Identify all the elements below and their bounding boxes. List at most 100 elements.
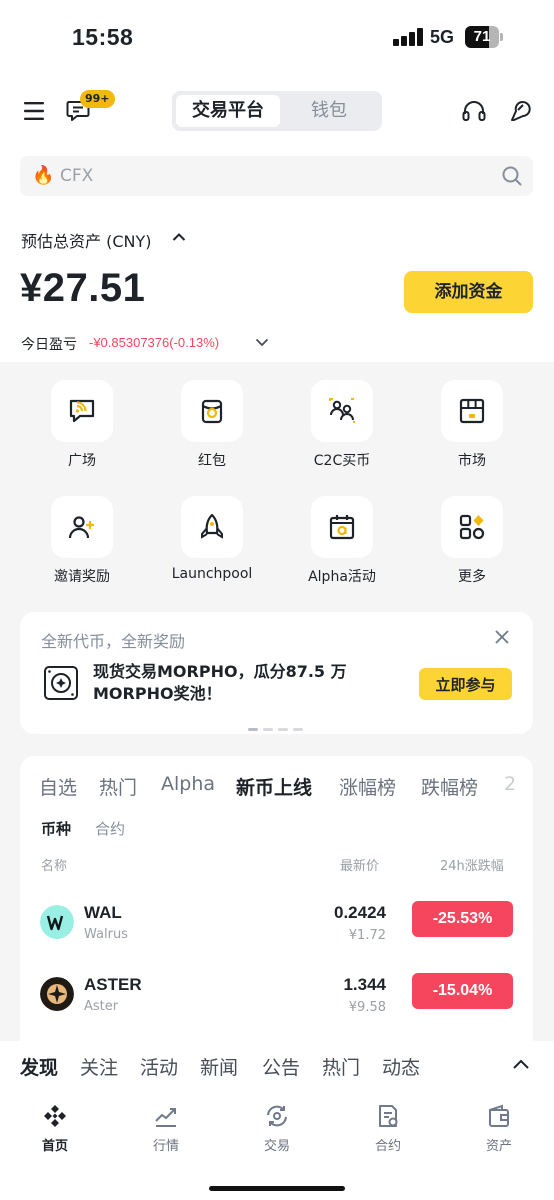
fire-icon: 🔥 (32, 165, 55, 186)
c2c-icon (329, 398, 355, 423)
nav-label: 合约 (374, 1139, 401, 1154)
shortcut-launchpool[interactable]: Launchpool (157, 478, 267, 588)
column-price: 最新价 (340, 859, 380, 874)
nav-markets[interactable]: 行情 (126, 1101, 206, 1161)
shortcut-grid: 广场 红包 C2C买币 市场 邀请奖励 Launchpool Alpha活动 更… (0, 362, 554, 604)
tab-hot[interactable]: 热门 (99, 773, 137, 800)
home-indicator (209, 1186, 345, 1191)
shortcut-label: 更多 (458, 569, 486, 585)
tab-favorites[interactable]: 自选 (39, 773, 77, 800)
discover-bar: 发现 关注 活动 新闻 公告 热门 动态 (0, 1041, 554, 1091)
contract-doc-icon (379, 1105, 398, 1127)
tab-activity[interactable]: 活动 (140, 1053, 178, 1080)
promo-text: 现货交易MORPHO，瓜分87.5 万MORPHO奖池！ (93, 662, 347, 703)
total-assets-label: 预估总资产 (CNY) (21, 232, 152, 251)
chevron-down-icon[interactable] (255, 338, 269, 347)
square-feed-icon (69, 399, 95, 423)
nav-label: 首页 (41, 1139, 68, 1154)
subtab-spot[interactable]: 币种 (41, 818, 71, 839)
store-icon (459, 398, 485, 424)
nav-label: 行情 (152, 1139, 179, 1154)
search-placeholder: CFX (60, 166, 94, 186)
tab-following[interactable]: 关注 (80, 1053, 118, 1080)
tab-discover[interactable]: 发现 (20, 1053, 58, 1080)
profile-edit-icon[interactable] (508, 98, 532, 124)
app-header: 99+ 交易平台 钱包 🔥 CFX (0, 76, 554, 224)
shortcut-market[interactable]: 市场 (417, 362, 527, 472)
invite-icon (68, 516, 94, 539)
shortcut-label: C2C买币 (313, 453, 371, 469)
network-type: 5G (430, 27, 455, 47)
table-row[interactable]: ASTER Aster 1.344 ¥9.58 -15.04% (20, 963, 533, 1029)
tab-new-listing[interactable]: 新币上线 (236, 773, 312, 800)
coin-price-cny: ¥1.72 (348, 928, 386, 943)
coin-price: 1.344 (343, 975, 386, 994)
tab-announcements[interactable]: 公告 (262, 1053, 300, 1080)
nav-assets[interactable]: 资产 (459, 1101, 539, 1161)
headset-icon[interactable] (462, 100, 486, 122)
coin-price: 0.2424 (334, 903, 386, 922)
home-logo-icon (44, 1105, 66, 1127)
chart-line-icon (155, 1108, 176, 1127)
join-now-button[interactable]: 立即参与 (419, 668, 512, 700)
close-icon[interactable] (494, 629, 510, 645)
red-packet-icon (201, 399, 223, 424)
aster-logo-icon (40, 977, 74, 1011)
menu-icon[interactable] (24, 102, 44, 120)
shortcut-more[interactable]: 更多 (417, 478, 527, 588)
table-row[interactable]: WAL Walrus 0.2424 ¥1.72 -25.53% (20, 891, 533, 957)
notification-badge: 99+ (80, 90, 115, 108)
shortcut-label: Alpha活动 (308, 569, 376, 585)
nav-label: 资产 (485, 1139, 512, 1154)
nav-label: 交易 (263, 1139, 290, 1154)
battery-level: 71 (473, 28, 491, 45)
chevron-up-icon[interactable] (512, 1058, 530, 1070)
coin-symbol: ASTER (84, 975, 142, 994)
shortcut-label: 市场 (458, 453, 486, 469)
nav-futures[interactable]: 合约 (348, 1101, 428, 1161)
signal-icon (393, 28, 423, 46)
shortcut-invite[interactable]: 邀请奖励 (27, 478, 137, 588)
shortcut-square[interactable]: 广场 (27, 362, 137, 472)
add-funds-button[interactable]: 添加资金 (404, 271, 533, 313)
subtab-futures[interactable]: 合约 (95, 818, 125, 839)
change-badge[interactable]: -15.04% (412, 973, 513, 1009)
tab-updates[interactable]: 动态 (382, 1053, 420, 1080)
search-icon[interactable] (501, 165, 523, 187)
promo-title: 全新代币，全新奖励 (41, 632, 186, 651)
more-apps-icon (459, 514, 485, 540)
shortcut-label: 广场 (68, 453, 96, 469)
nav-home[interactable]: 首页 (15, 1101, 95, 1161)
tab-news[interactable]: 新闻 (200, 1053, 238, 1080)
battery-icon: 71 (465, 26, 503, 48)
token-card-icon (44, 666, 78, 700)
shortcut-label: Launchpool (171, 566, 253, 582)
tab-exchange[interactable]: 交易平台 (176, 95, 280, 127)
tab-overflow[interactable]: 2 (504, 773, 516, 795)
promo-banner[interactable]: 全新代币，全新奖励 现货交易MORPHO，瓜分87.5 万MORPHO奖池！ 立… (20, 612, 533, 734)
tab-wallet[interactable]: 钱包 (280, 95, 378, 127)
coin-price-cny: ¥9.58 (348, 1000, 386, 1015)
carousel-dots (248, 716, 308, 735)
shortcut-label: 红包 (198, 453, 226, 469)
coin-name: Walrus (84, 927, 128, 942)
shortcut-alpha[interactable]: Alpha活动 (287, 478, 397, 588)
tab-alpha[interactable]: Alpha (161, 773, 215, 795)
tab-gainers[interactable]: 涨幅榜 (339, 773, 396, 800)
coin-name: Aster (84, 999, 119, 1014)
platform-switch: 交易平台 钱包 (172, 91, 382, 131)
tab-losers[interactable]: 跌幅榜 (421, 773, 478, 800)
tab-trending[interactable]: 热门 (322, 1053, 360, 1080)
today-pnl-value: -¥0.85307376(-0.13%) (89, 335, 220, 350)
status-bar: 15:58 5G 71 (0, 0, 554, 76)
shortcut-c2c[interactable]: C2C买币 (287, 362, 397, 472)
coin-symbol: WAL (84, 903, 122, 922)
status-time: 15:58 (72, 24, 134, 50)
wallet-icon (489, 1104, 509, 1127)
nav-trade[interactable]: 交易 (237, 1101, 317, 1161)
change-badge[interactable]: -25.53% (412, 901, 513, 937)
search-bar[interactable]: 🔥 CFX (20, 156, 533, 196)
column-change: 24h涨跌幅 (440, 859, 504, 874)
shortcut-red-packet[interactable]: 红包 (157, 362, 267, 472)
chevron-up-icon[interactable] (172, 232, 186, 242)
